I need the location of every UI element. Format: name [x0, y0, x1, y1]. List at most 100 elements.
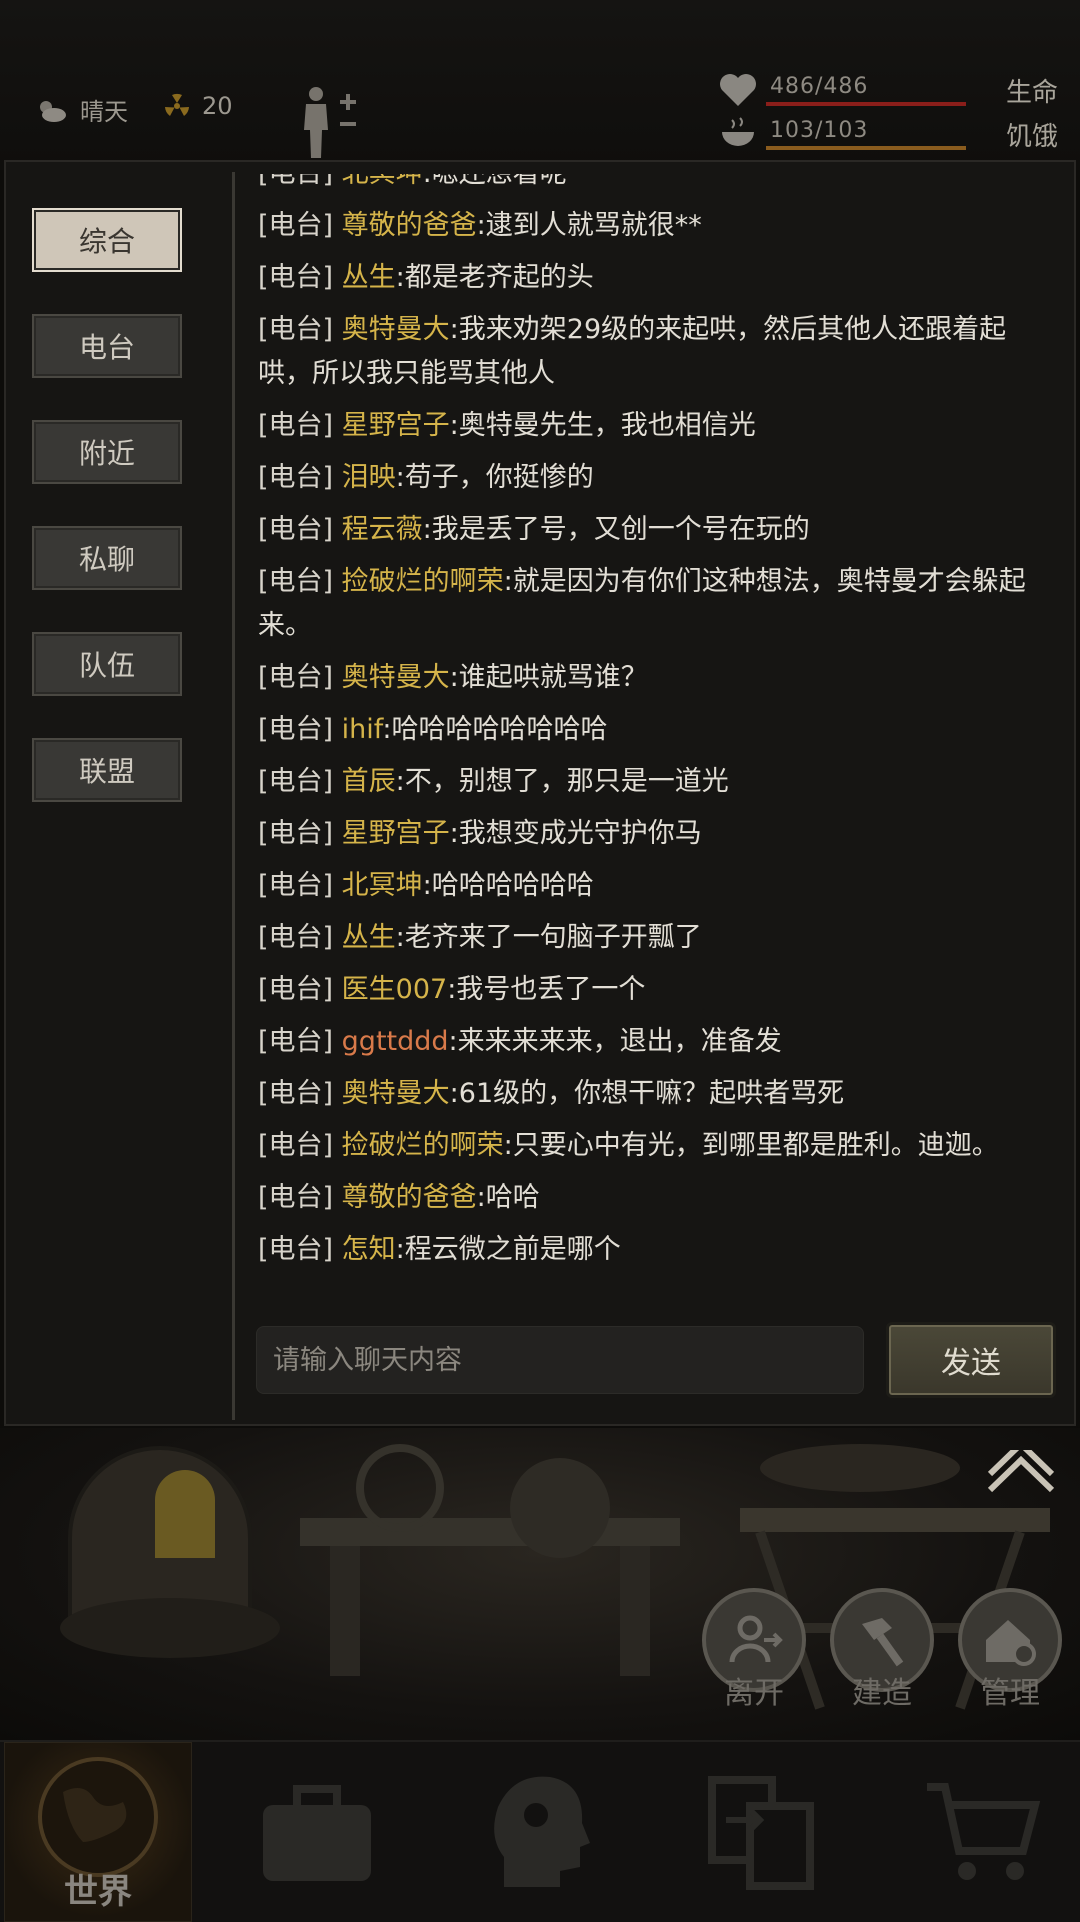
message-channel: [电台]	[258, 566, 334, 597]
chat-message: [电台] 奥特曼大:61级的，你想干嘛？起哄者骂死	[258, 1072, 1058, 1116]
message-sender[interactable]: 星野宫子	[342, 818, 450, 849]
message-sender[interactable]: 怎知	[342, 1234, 396, 1265]
nav-world-label: 世界	[64, 1872, 132, 1912]
chat-message: [电台] 北冥坤:嗯还想看呢	[258, 174, 1058, 196]
message-channel: [电台]	[258, 766, 334, 797]
message-text: :哈哈哈哈哈哈哈哈	[382, 714, 608, 745]
message-sender[interactable]: 北冥坤	[342, 174, 423, 189]
manage-label: 管理	[980, 1676, 1040, 1711]
message-channel: [电台]	[258, 210, 334, 241]
message-channel: [电台]	[258, 262, 334, 293]
status-bar: 晴天 20 486/486 生命 103/103 饥饿	[0, 0, 1080, 170]
hammer-icon	[862, 1618, 904, 1667]
hunger-value: 103/103	[770, 118, 869, 143]
message-channel: [电台]	[258, 1026, 334, 1057]
message-sender[interactable]: 首辰	[342, 766, 396, 797]
house-gear-icon	[986, 1620, 1036, 1666]
suitcase-icon	[263, 1785, 371, 1881]
message-channel: [电台]	[258, 1130, 334, 1161]
message-sender[interactable]: 捡破烂的啊荣	[342, 566, 504, 597]
chat-message: [电台] 尊敬的爸爸:逮到人就骂就很**	[258, 204, 1058, 248]
chat-message: [电台] 怎知:程云微之前是哪个	[258, 1228, 1058, 1272]
chat-message: [电台] 捡破烂的啊荣:只要心中有光，到哪里都是胜利。迪迦。	[258, 1124, 1058, 1168]
exchange-icon	[708, 1776, 814, 1890]
message-channel: [电台]	[258, 410, 334, 441]
message-text: :谁起哄就骂谁？	[449, 662, 648, 693]
message-channel: [电台]	[258, 514, 334, 545]
message-channel: [电台]	[258, 174, 333, 189]
message-sender[interactable]: 奥特曼大	[342, 1078, 450, 1109]
message-list[interactable]: [电台] 北冥坤:嗯还想看呢[电台] 尊敬的爸爸:逮到人就骂就很**[电台] 丛…	[258, 174, 1058, 1284]
nav-trade[interactable]	[666, 1742, 856, 1922]
message-channel: [电台]	[258, 462, 334, 493]
message-text: :我号也丢了一个	[447, 974, 646, 1005]
tab-general[interactable]: 综合	[32, 208, 182, 272]
chat-input[interactable]	[256, 1326, 864, 1394]
message-sender[interactable]: 医生007	[342, 974, 448, 1005]
character-button[interactable]	[296, 84, 366, 164]
chat-message: [电台] 医生007:我号也丢了一个	[258, 968, 1058, 1012]
radiation-value: 20	[202, 92, 233, 120]
send-button[interactable]: 发送	[886, 1322, 1056, 1398]
message-sender[interactable]: 尊敬的爸爸	[342, 1182, 477, 1213]
message-sender[interactable]: 尊敬的爸爸	[342, 210, 477, 241]
message-sender[interactable]: 北冥坤	[342, 870, 423, 901]
hunger-bar	[766, 146, 966, 150]
message-text: :我想变成光守护你马	[449, 818, 702, 849]
radiation-status: 20	[164, 92, 233, 120]
message-text: :只要心中有光，到哪里都是胜利。迪迦。	[503, 1130, 999, 1161]
globe-icon	[38, 1757, 158, 1877]
message-sender[interactable]: 星野宫子	[342, 410, 450, 441]
health-stat: 486/486 生命	[718, 70, 1058, 114]
message-text: :哈哈哈哈哈哈	[422, 870, 594, 901]
message-channel: [电台]	[258, 818, 334, 849]
chat-message: [电台] 丛生:都是老齐起的头	[258, 256, 1058, 300]
tab-alliance[interactable]: 联盟	[32, 738, 182, 802]
heart-icon	[720, 74, 756, 106]
message-channel: [电台]	[258, 1234, 334, 1265]
message-sender[interactable]: 丛生	[342, 922, 396, 953]
chat-tabs: 综合 电台 附近 私聊 队伍 联盟	[32, 208, 188, 844]
message-sender[interactable]: 丛生	[342, 262, 396, 293]
hunger-label: 饥饿	[1005, 122, 1058, 152]
message-channel: [电台]	[258, 922, 334, 953]
build-label: 建造	[852, 1676, 912, 1711]
chat-message: [电台] 程云薇:我是丢了号，又创一个号在玩的	[258, 508, 1058, 552]
nav-shop[interactable]	[888, 1742, 1078, 1922]
message-text: :苟子，你挺惨的	[395, 462, 594, 493]
tab-team[interactable]: 队伍	[32, 632, 182, 696]
nav-world[interactable]: 世界	[4, 1742, 192, 1922]
tab-nearby[interactable]: 附近	[32, 420, 182, 484]
chat-message: [电台] 北冥坤:哈哈哈哈哈哈	[258, 864, 1058, 908]
chat-message: [电台] 泪映:苟子，你挺惨的	[258, 456, 1058, 500]
chat-message: [电台] 捡破烂的啊荣:就是因为有你们这种想法，奥特曼才会躲起来。	[258, 560, 1058, 648]
message-text: :不，别想了，那只是一道光	[395, 766, 729, 797]
message-sender[interactable]: 捡破烂的啊荣	[342, 1130, 504, 1161]
cart-icon	[927, 1783, 1041, 1880]
message-sender[interactable]: 奥特曼大	[342, 314, 450, 345]
weather-label: 晴天	[80, 98, 128, 126]
health-bar	[766, 102, 966, 106]
tab-private[interactable]: 私聊	[32, 526, 182, 590]
chat-message: [电台] 星野宫子:奥特曼先生，我也相信光	[258, 404, 1058, 448]
message-sender[interactable]: 程云薇	[342, 514, 423, 545]
health-label: 生命	[1005, 78, 1058, 108]
message-channel: [电台]	[258, 714, 334, 745]
nav-inventory[interactable]	[222, 1742, 412, 1922]
tab-radio[interactable]: 电台	[32, 314, 182, 378]
chat-message: [电台] ihif:哈哈哈哈哈哈哈哈	[258, 708, 1058, 752]
chat-message: [电台] 首辰:不，别想了，那只是一道光	[258, 760, 1058, 804]
message-text: :老齐来了一句脑子开瓢了	[395, 922, 702, 953]
weather-status: 晴天	[34, 92, 128, 127]
message-sender[interactable]: 泪映	[342, 462, 396, 493]
chevron-up-icon[interactable]	[986, 1450, 1056, 1494]
message-text: :程云微之前是哪个	[395, 1234, 621, 1265]
message-sender[interactable]: 奥特曼大	[342, 662, 450, 693]
message-channel: [电台]	[258, 662, 334, 693]
message-sender[interactable]: ihif	[342, 714, 383, 745]
message-sender[interactable]: ggttddd	[342, 1026, 449, 1057]
nav-skills[interactable]	[444, 1742, 634, 1922]
chat-message: [电台] 丛生:老齐来了一句脑子开瓢了	[258, 916, 1058, 960]
message-text: :哈哈	[476, 1182, 540, 1213]
message-text: :都是老齐起的头	[395, 262, 594, 293]
